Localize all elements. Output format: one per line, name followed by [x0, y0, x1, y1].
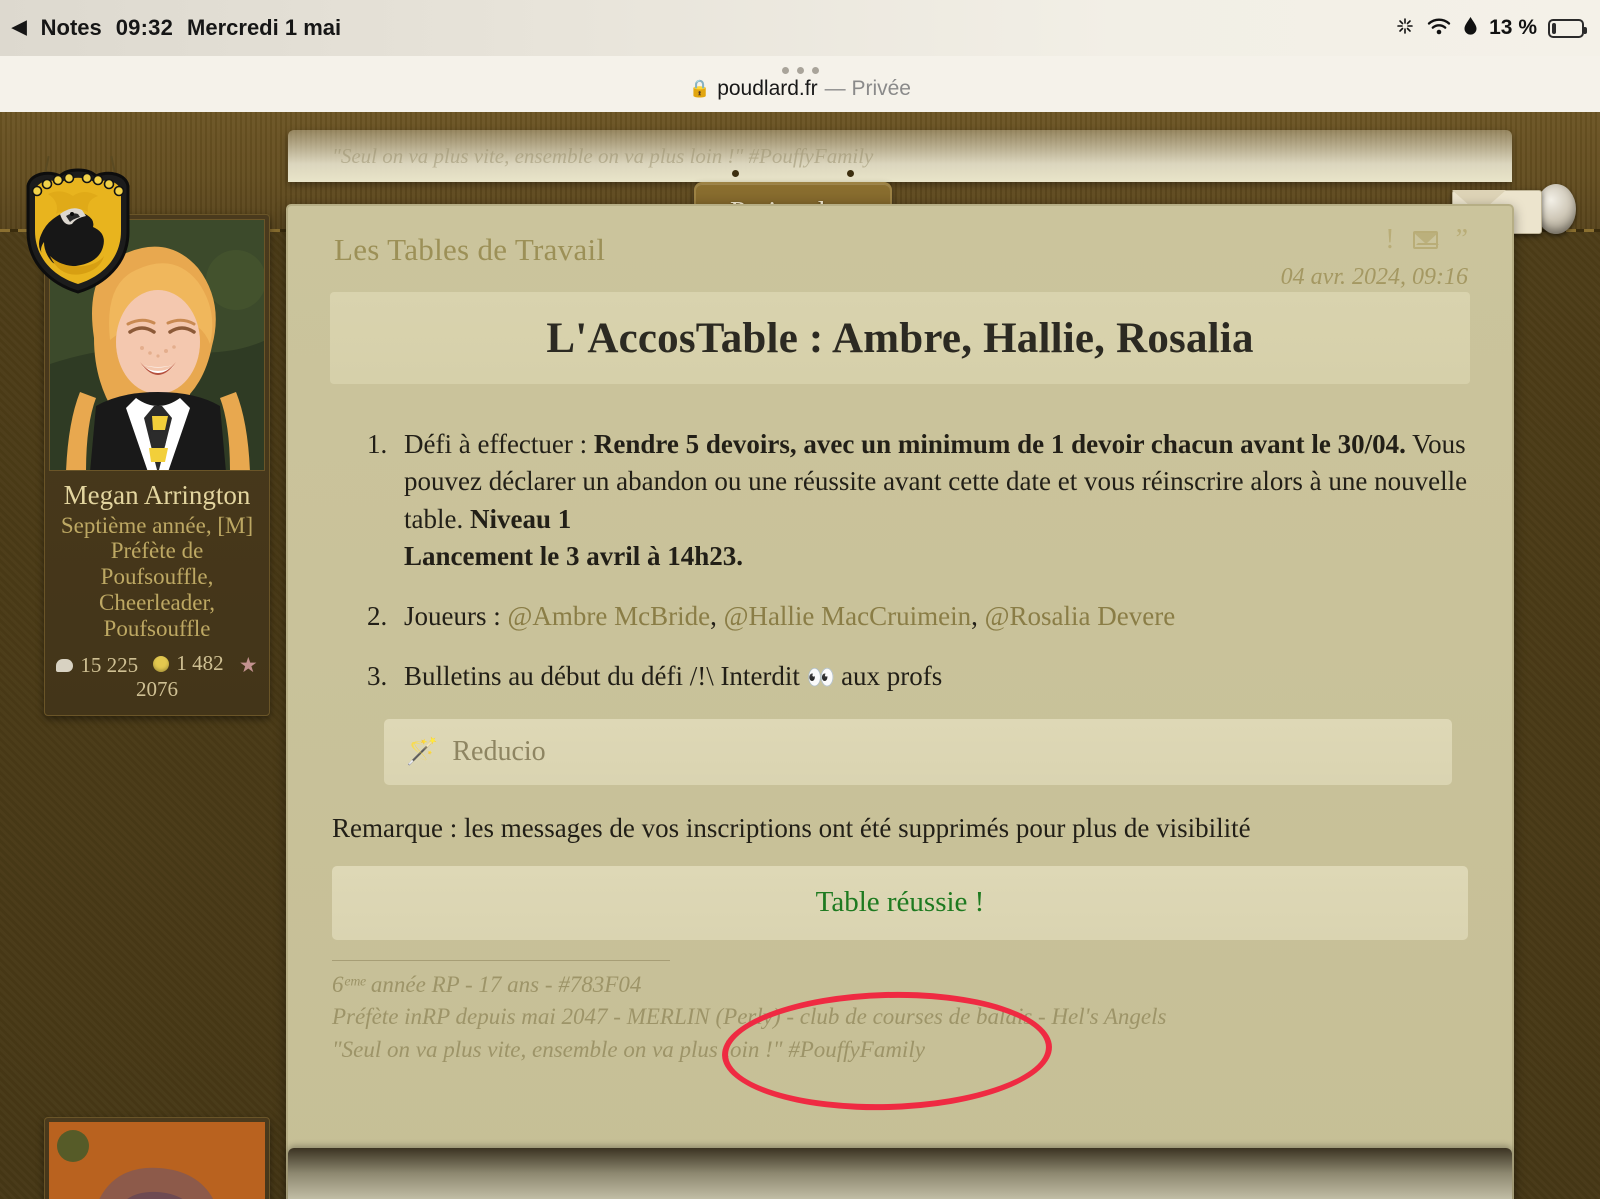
- post-toolbar: ! ”: [1385, 226, 1468, 254]
- post-header: Les Tables de Travail ! ” 04 avr. 2024, …: [288, 206, 1512, 292]
- role-line: Préfète de: [110, 538, 204, 564]
- status-bar-right: 13 %: [1395, 16, 1600, 40]
- mention-ambre[interactable]: @Ambre McBride: [508, 601, 711, 631]
- list-item: Défi à effectuer : Rendre 5 devoirs, ave…: [394, 426, 1468, 575]
- rule1-line2: Lancement le 3 avril à 14h23.: [404, 540, 743, 571]
- battery-percent-label: 13 %: [1489, 16, 1537, 39]
- post-title-banner: L'AccosTable : Ambre, Hallie, Rosalia: [330, 292, 1470, 384]
- post-category[interactable]: Les Tables de Travail: [334, 232, 605, 268]
- stat-coins-value: 1 482: [176, 651, 224, 676]
- author-name[interactable]: Megan Arrington: [45, 480, 269, 511]
- ios-status-bar: ◀ Notes 09:32 Mercredi 1 mai 13 %: [0, 0, 1600, 56]
- status-bar-left: ◀ Notes 09:32 Mercredi 1 mai: [0, 15, 341, 41]
- signature-line: "Seul on va plus vite, ensemble on va pl…: [332, 1036, 925, 1062]
- spoiler-label: Reducio: [452, 735, 546, 767]
- rule1-bold1: Rendre 5 devoirs, avec un minimum de 1 d…: [593, 429, 1406, 459]
- status-time: 09:32: [115, 15, 174, 40]
- next-post-profile-card: [44, 1117, 270, 1199]
- author-stats: 15 225 1 482 ★ 2076: [45, 651, 269, 701]
- private-mode-label: — Privée: [824, 77, 911, 100]
- safari-tab-bar: 🔒 poudlard.fr — Privée: [0, 56, 1600, 112]
- address-bar[interactable]: 🔒 poudlard.fr — Privée: [689, 77, 911, 101]
- coin-icon: [153, 655, 170, 672]
- envelope-icon[interactable]: [1412, 231, 1438, 249]
- stat-points: ★: [239, 653, 258, 677]
- post-body: Défi à effectuer : Rendre 5 devoirs, ave…: [288, 384, 1512, 1066]
- signature-line: 6ᵉᵐᵉ année RP - 17 ans - #783F04: [332, 971, 642, 997]
- star-icon: ★: [238, 652, 258, 677]
- status-date: Mercredi 1 mai: [187, 15, 342, 40]
- post-remark: Remarque : les messages de vos inscripti…: [332, 812, 1251, 843]
- stat-points-value: 2076: [136, 677, 178, 702]
- wifi-icon: [1426, 16, 1452, 40]
- mention-rosalia[interactable]: @Rosalia Devere: [985, 601, 1176, 631]
- rules-list: Défi à effectuer : Rendre 5 devoirs, ave…: [332, 426, 1468, 696]
- list-item: Joueurs : @Ambre McBride, @Hallie MacCru…: [394, 598, 1468, 635]
- lock-icon: 🔒: [689, 79, 711, 98]
- signature-divider: [332, 959, 670, 961]
- role-line: Cheerleader,: [99, 589, 215, 615]
- post-signature: 6ᵉᵐᵉ année RP - 17 ans - #783F04 Préfète…: [332, 959, 1468, 1067]
- magic-wand-icon: 🪄: [406, 736, 439, 766]
- url-host: poudlard.fr: [717, 77, 818, 100]
- spoiler-reducio-button[interactable]: 🪄 Reducio: [384, 718, 1452, 785]
- brightness-icon: [1395, 16, 1415, 40]
- result-banner: Table réussie !: [332, 865, 1468, 940]
- post-date: 04 avr. 2024, 09:16: [1280, 264, 1468, 290]
- eyes-emoji-icon: 👀: [806, 665, 836, 691]
- role-line: Poufsouffle: [103, 615, 211, 641]
- stat-messages: 15 225: [56, 653, 138, 677]
- list-item: Bulletins au début du défi /!\ Interdit …: [394, 658, 1468, 695]
- forum-post: Les Tables de Travail ! ” 04 avr. 2024, …: [286, 204, 1514, 1199]
- rule3-after: aux profs: [834, 661, 943, 692]
- role-line: Septième année, [M]: [60, 512, 254, 538]
- role-line: Poufsouffle,: [100, 564, 214, 590]
- signature-line: Préfète inRP depuis mai 2047 - MERLIN (P…: [332, 1004, 1167, 1030]
- rule1-bold2: Niveau 1: [469, 503, 572, 534]
- hufflepuff-crest-icon[interactable]: [8, 155, 148, 294]
- rule3-before: Bulletins au début du défi /!\ Interdit: [404, 661, 807, 692]
- stat-messages-value: 15 225: [80, 652, 139, 677]
- next-post-panel: [288, 1148, 1512, 1199]
- rule2-lead: Joueurs :: [404, 601, 508, 631]
- exclamation-icon[interactable]: !: [1385, 226, 1394, 254]
- quote-icon[interactable]: ”: [1456, 226, 1468, 254]
- user-orb-icon[interactable]: [1536, 184, 1576, 234]
- droplet-icon: [1463, 16, 1478, 40]
- avatar[interactable]: [49, 1122, 265, 1199]
- author-role: Septième année, [M] Préfète de Poufsouff…: [45, 513, 269, 642]
- three-dots-icon[interactable]: [781, 67, 819, 74]
- back-app-label[interactable]: Notes: [41, 15, 102, 41]
- battery-icon: [1548, 18, 1587, 38]
- rule1-lead: Défi à effectuer :: [404, 429, 594, 459]
- back-triangle-icon[interactable]: ◀: [12, 18, 27, 37]
- page-title: L'AccosTable : Ambre, Hallie, Rosalia: [546, 314, 1254, 362]
- stat-coins: 1 482: [153, 651, 224, 676]
- speech-bubble-icon: [56, 658, 74, 672]
- mention-hallie[interactable]: @Hallie MacCruimein: [724, 601, 972, 631]
- status-badge: Table réussie !: [815, 886, 985, 918]
- forum-page: "Seul on va plus vite, ensemble on va pl…: [0, 112, 1600, 1199]
